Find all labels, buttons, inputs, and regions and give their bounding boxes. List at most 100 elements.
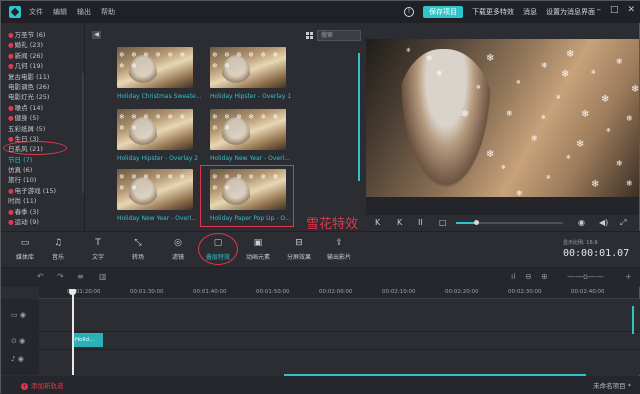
delete-icon[interactable]: ▥ [99, 272, 107, 281]
category-label: 仿真 (6) [8, 166, 33, 175]
category-item[interactable]: ●健身 (5) [1, 113, 84, 123]
timeline-ruler[interactable]: 00:01:20:00 00:01:30:00 00:01:40:00 00:01:5… [39, 287, 639, 299]
category-label: 春季 (3) [14, 207, 39, 216]
thumbnail-image [117, 47, 193, 88]
folder-icon: ▭ [20, 238, 30, 248]
annotation-circle-overlay-tool [198, 233, 238, 265]
category-item[interactable]: 复古电影 (11) [1, 72, 84, 82]
undo-icon[interactable]: ↶ [37, 272, 44, 281]
audio-track-icon[interactable]: ♪ ◉ [11, 355, 24, 363]
volume-icon[interactable]: ◀) [599, 218, 608, 227]
category-item[interactable]: 节日 (7) [1, 155, 84, 165]
save-project-button[interactable]: 保存项目 [423, 6, 463, 18]
menu-file[interactable]: 文件 [29, 7, 43, 17]
preview-subject [396, 49, 496, 197]
menu-bar: 文件 编辑 输出 帮助 [29, 7, 115, 17]
info-icon[interactable]: ! [404, 7, 414, 17]
fullscreen-icon[interactable]: ⤢ [620, 218, 626, 228]
zoom-out-icon[interactable]: ⊖ [525, 272, 532, 281]
timeline-vertical-scrollbar[interactable] [632, 306, 634, 334]
snapshot-icon[interactable]: ◉ [578, 218, 585, 227]
snowflake-icon: ❄ [406, 47, 412, 54]
effect-label: Holiday New Year - Overl... [210, 155, 290, 162]
category-item[interactable]: 仿真 (6) [1, 165, 84, 175]
playback-scrubber[interactable] [456, 220, 563, 225]
category-item[interactable]: ●几何 (19) [1, 61, 84, 71]
tool-filter[interactable]: ◎ 滤镜 [158, 238, 198, 261]
tool-split-screen[interactable]: ⊟ 分屏效果 [279, 238, 319, 261]
gallery-scrollbar[interactable] [358, 53, 360, 181]
prev-frame-icon[interactable]: K [375, 218, 380, 227]
snowflake-icon: ❄ [556, 94, 562, 101]
category-item[interactable]: 五彩纸屑 (5) [1, 124, 84, 134]
download-effects-link[interactable]: 下载更多特效 [472, 7, 514, 17]
stop-icon[interactable]: □ [439, 218, 447, 227]
audio-mixer-icon[interactable]: ıl [511, 272, 515, 281]
zoom-slider[interactable]: ——o—— [567, 272, 604, 281]
video-track-icon[interactable]: ▭ ◉ [11, 311, 26, 319]
snowflake-icon: ❄ [516, 189, 523, 197]
category-item[interactable]: 旅行 (10) [1, 175, 84, 185]
category-bullet-icon: ● [8, 218, 14, 227]
category-scrollbar[interactable] [82, 73, 84, 193]
playhead[interactable] [69, 289, 75, 375]
category-item[interactable]: ●噪点 (14) [1, 103, 84, 113]
category-bullet-icon: ● [8, 62, 14, 71]
menu-help[interactable]: 帮助 [101, 7, 115, 17]
filter-icon: ◎ [174, 238, 182, 248]
settings-link[interactable]: 设置为消息界面 [546, 7, 595, 17]
plus-icon: + [21, 383, 28, 390]
snowflake-icon: ❄ [561, 69, 570, 80]
close-icon[interactable]: ✕ [627, 5, 635, 15]
collapse-arrow-icon[interactable]: ◀ [92, 31, 101, 39]
snowflake-icon: ❄ [546, 174, 552, 181]
zoom-fit-icon[interactable]: ⊕ [541, 272, 548, 281]
category-label: 旅行 (10) [8, 176, 37, 185]
menu-edit[interactable]: 编辑 [53, 7, 67, 17]
snowflake-icon: ❄ [616, 57, 623, 66]
category-item[interactable]: 电影调色 (26) [1, 82, 84, 92]
tool-label: 分屏效果 [286, 254, 311, 261]
search-input[interactable]: 搜索 [317, 30, 361, 41]
category-item[interactable]: ●新闻 (26) [1, 51, 84, 61]
messages-link[interactable]: 消息 [523, 7, 537, 17]
rewind-icon[interactable]: K [397, 218, 402, 227]
category-item[interactable]: ●万圣节 (6) [1, 30, 84, 40]
menu-export[interactable]: 输出 [77, 7, 91, 17]
grid-view-icon[interactable] [306, 32, 313, 39]
category-bullet-icon: ● [8, 134, 14, 143]
category-item[interactable]: ●春季 (3) [1, 207, 84, 217]
redo-icon[interactable]: ↷ [57, 272, 64, 281]
effect-thumbnail[interactable]: Holiday Christmas Sweate... [117, 47, 201, 100]
tool-export[interactable]: ⇪ 输出影片 [319, 238, 359, 261]
effect-thumbnail[interactable]: Holiday Hipster - Overlay 1 [210, 47, 291, 100]
category-item[interactable]: ●婚礼 (23) [1, 40, 84, 50]
zoom-in-icon[interactable]: + [625, 272, 632, 281]
overlay-track-icon[interactable]: ⊙ ◉ [11, 337, 25, 345]
tool-transition[interactable]: ⤡ 转场 [118, 238, 158, 261]
snowflake-icon: ❄ [591, 179, 600, 190]
player-controls [366, 197, 639, 215]
category-item[interactable]: 时尚 (11) [1, 196, 84, 206]
minimize-icon[interactable]: – [596, 5, 601, 15]
effect-thumbnail[interactable]: Holiday New Year - Overl... [210, 109, 290, 162]
edit-icon[interactable]: ≡ [77, 272, 84, 281]
effect-thumbnail[interactable]: Holiday Hipster - Overlay 2 [117, 109, 198, 162]
category-label: 五彩纸屑 (5) [8, 124, 46, 133]
category-item[interactable]: ●电子游戏 (15) [1, 186, 84, 196]
category-item[interactable]: 电影灯光 (25) [1, 92, 84, 102]
tool-elements[interactable]: ▣ 动画元素 [238, 238, 278, 261]
add-track-button[interactable]: + 添加新轨道 [21, 380, 64, 390]
maximize-icon[interactable]: □ [610, 5, 619, 15]
timeline-clip[interactable]: Holid... [73, 333, 103, 347]
title-bar: 文件 编辑 输出 帮助 ! 保存项目 下载更多特效 消息 设置为消息界面 – □… [1, 1, 640, 23]
category-item[interactable]: ●运动 (9) [1, 217, 84, 227]
tool-music[interactable]: ♫ 音乐 [38, 238, 78, 261]
tool-text[interactable]: T 文字 [78, 238, 118, 261]
scrubber-knob[interactable] [474, 220, 479, 225]
ruler-tick-label: 00:02:30:00 [508, 289, 542, 295]
effect-thumbnail[interactable]: Holiday New Year - Overl... [117, 169, 197, 222]
category-bullet-icon: ● [8, 41, 14, 50]
footer-bar: + 添加新轨道 未命名项目 * [1, 376, 640, 394]
pause-icon[interactable]: II [418, 218, 423, 227]
